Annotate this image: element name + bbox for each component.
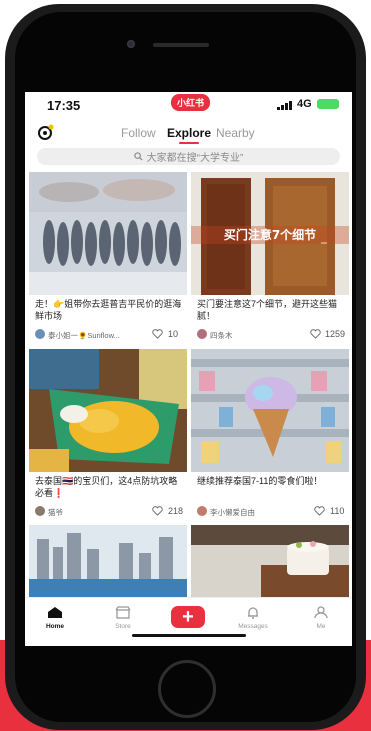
- card-meta: 李小懒爱自由 110: [197, 505, 347, 519]
- home-hardware-button[interactable]: [158, 660, 216, 718]
- card-title: 继续推荐泰国7-11的零食们啦！: [197, 476, 323, 486]
- like-count: 1259: [325, 329, 346, 339]
- status-bar: 17:35 小红书 4G: [25, 92, 352, 116]
- search-placeholder: 大家都在搜“大学专业”: [146, 153, 244, 164]
- active-tab-indicator: [179, 142, 199, 144]
- feed-card[interactable]: 走！👉姐带你去逛普吉平民价的逛海鲜市场 泰小姐一🌻Sunflow... 10: [29, 172, 187, 345]
- nav-store[interactable]: Store: [103, 606, 143, 630]
- earpiece-speaker: [153, 43, 209, 47]
- battery-icon: [317, 99, 339, 109]
- nav-label: Store: [115, 623, 131, 630]
- card-image-doors: 买门注意7个细节: [191, 172, 349, 295]
- card-author: 猫爷: [48, 508, 63, 517]
- image-caption: 买门注意7个细节: [224, 227, 316, 242]
- nav-home[interactable]: Home: [35, 606, 75, 630]
- tab-follow[interactable]: Follow: [121, 126, 156, 140]
- status-time: 17:35: [47, 98, 81, 113]
- like-count: 10: [168, 329, 179, 339]
- card-meta: 泰小姐一🌻Sunflow... 10: [35, 328, 185, 342]
- card-author: 李小懒爱自由: [210, 508, 255, 517]
- card-title: 走！👉姐带你去逛普吉平民价的逛海鲜市场: [35, 299, 182, 321]
- avatar: [35, 506, 45, 516]
- heart-icon[interactable]: [152, 329, 163, 339]
- card-image-icecream: [191, 349, 349, 472]
- card-image-seafood: [29, 172, 187, 295]
- heart-icon[interactable]: [310, 329, 321, 339]
- home-indicator: [132, 634, 246, 637]
- app-screen: 17:35 小红书 4G Follow Explore Nearby 大家都在搜…: [25, 92, 352, 646]
- card-title: 买门要注意这7个细节，避开这些猫腻！: [197, 299, 338, 321]
- top-navigation: Follow Explore Nearby: [25, 122, 352, 144]
- post-button[interactable]: +: [171, 606, 205, 628]
- tab-nearby[interactable]: Nearby: [216, 126, 255, 140]
- like-count: 218: [168, 506, 184, 516]
- camera-icon[interactable]: [37, 124, 55, 140]
- card-image-skyline: [29, 525, 187, 597]
- feed-card[interactable]: [191, 525, 349, 597]
- heart-icon[interactable]: [314, 506, 325, 516]
- card-author: 泰小姐一🌻Sunflow...: [48, 331, 120, 340]
- bottom-navigation: Home Store + Messages Me: [25, 597, 352, 646]
- avatar: [35, 329, 45, 339]
- signal-icon: [277, 101, 292, 110]
- feed-card[interactable]: 买门注意7个细节 买门要注意这7个细节，避开这些猫腻！ 四条木 1259: [191, 172, 349, 345]
- search-bar[interactable]: 大家都在搜“大学专业”: [37, 148, 340, 165]
- heart-icon[interactable]: [152, 506, 163, 516]
- nav-me[interactable]: Me: [301, 606, 341, 630]
- card-image-cake: [191, 525, 349, 597]
- brand-badge: 小红书: [171, 94, 211, 111]
- card-meta: 四条木 1259: [197, 328, 347, 342]
- person-icon: [314, 606, 328, 619]
- like-count: 110: [330, 506, 345, 516]
- store-icon: [115, 606, 131, 619]
- card-meta: 猫爷 218: [35, 505, 185, 519]
- nav-label: Home: [45, 623, 65, 630]
- plus-icon: +: [182, 606, 194, 628]
- nav-messages[interactable]: Messages: [233, 606, 273, 630]
- card-author: 四条木: [210, 331, 233, 340]
- card-title: 去泰国🇹🇭的宝贝们，这4点防坑攻略必看❗: [35, 476, 178, 498]
- card-image-mango: [29, 349, 187, 472]
- nav-label: Messages: [238, 623, 268, 630]
- search-icon: [133, 152, 143, 161]
- network-type: 4G: [297, 98, 312, 110]
- feed-card[interactable]: 继续推荐泰国7-11的零食们啦！ 李小懒爱自由 110: [191, 349, 349, 521]
- avatar: [197, 329, 207, 339]
- tab-explore[interactable]: Explore: [167, 126, 211, 140]
- nav-label: Me: [316, 623, 326, 630]
- home-icon: [48, 607, 62, 618]
- front-camera: [127, 40, 135, 48]
- feed-card[interactable]: [29, 525, 187, 597]
- feed-card[interactable]: 去泰国🇹🇭的宝贝们，这4点防坑攻略必看❗ 猫爷 218: [29, 349, 187, 521]
- bell-icon: [248, 607, 258, 619]
- avatar: [197, 506, 207, 516]
